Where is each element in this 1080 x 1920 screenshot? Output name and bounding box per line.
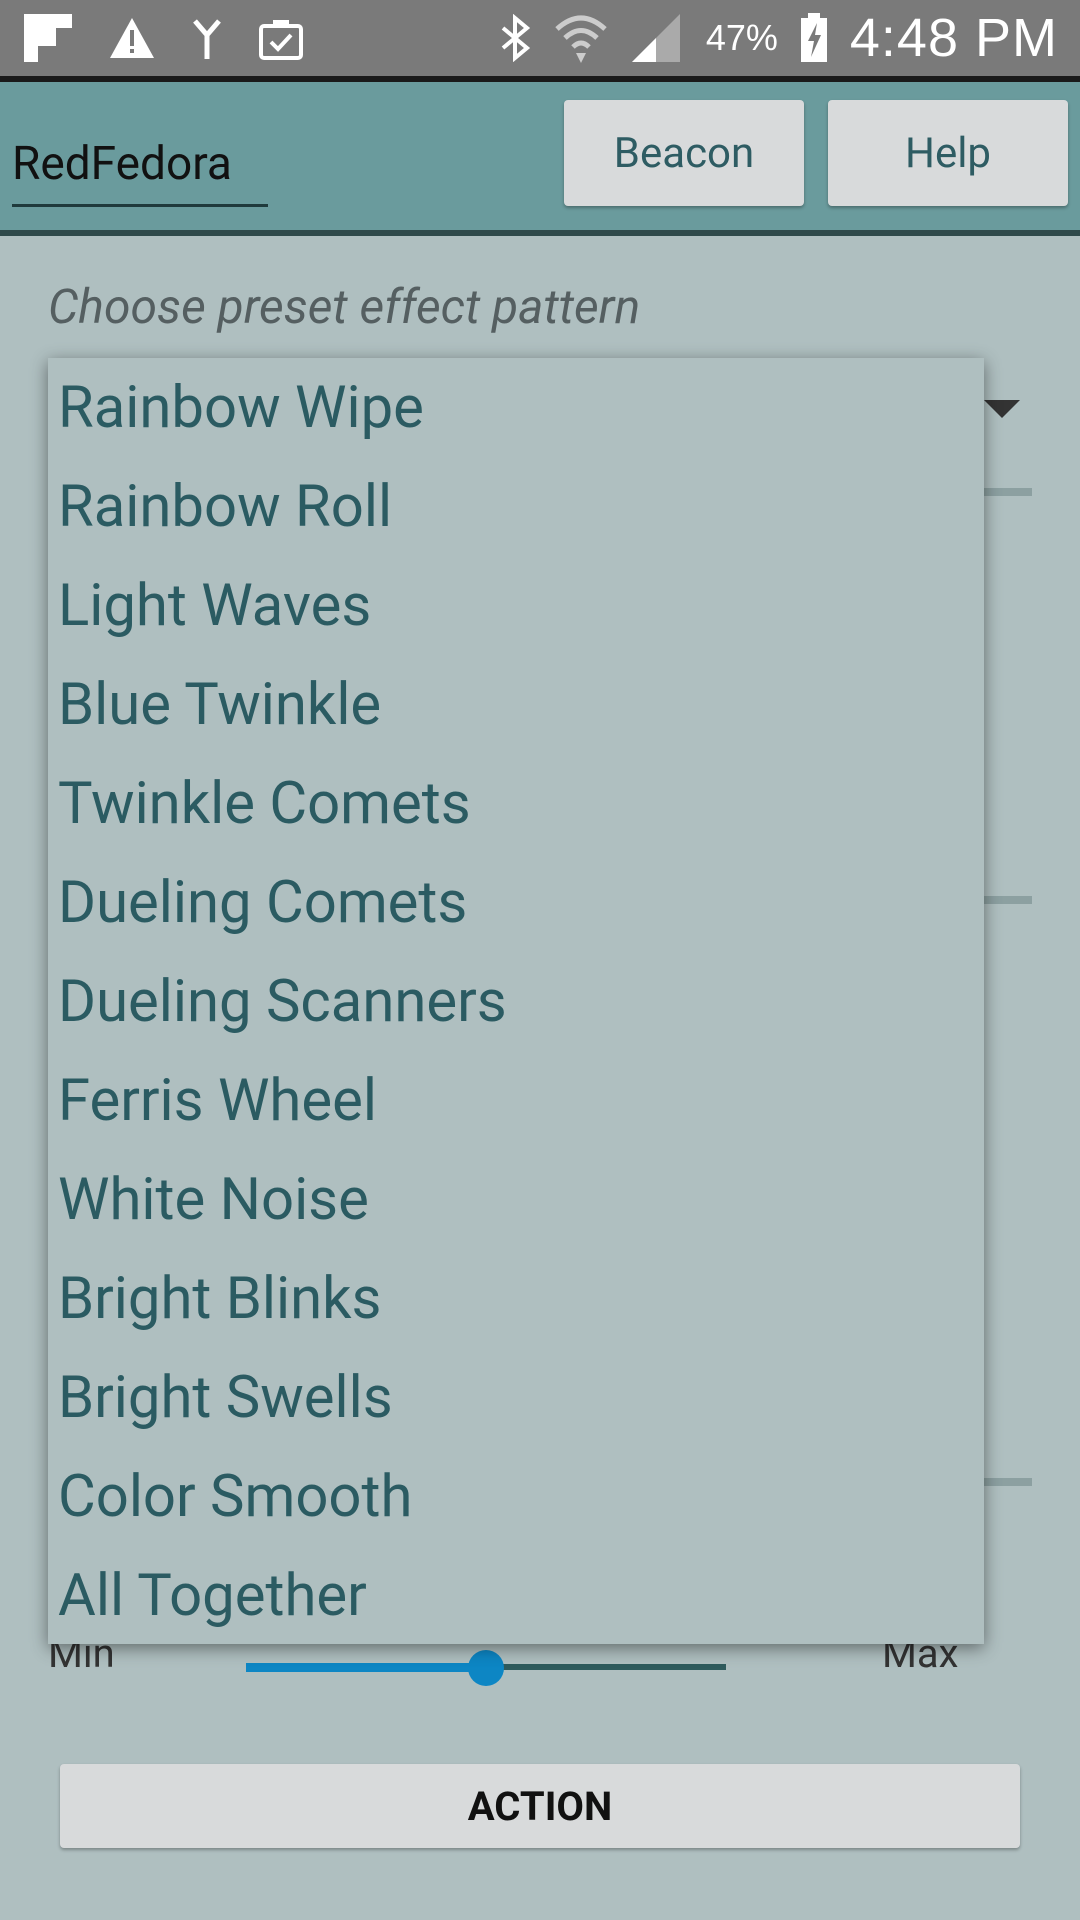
help-button[interactable]: Help [828,100,1068,206]
action-button[interactable]: ACTION [60,1764,1020,1848]
dropdown-item[interactable]: Dueling Scanners [48,952,984,1051]
spinner-underline [980,488,1032,496]
background-divider [980,1478,1032,1486]
flipboard-icon [24,14,72,62]
dropdown-item[interactable]: Rainbow Roll [48,457,984,556]
usb-icon [193,19,221,59]
slider-fill [246,1663,486,1672]
dropdown-arrow-icon[interactable] [984,400,1020,418]
dropdown-item[interactable]: Twinkle Comets [48,754,984,853]
clipboard-check-icon [259,20,303,60]
battery-charging-icon [800,13,827,62]
status-right-icons: 47% 4:48 PM [498,0,1058,76]
dropdown-item[interactable]: All Together [48,1546,984,1645]
battery-percent: 47% [705,17,778,58]
dropdown-item[interactable]: Bright Blinks [48,1249,984,1348]
slider-thumb[interactable] [468,1650,504,1686]
header-divider [0,230,1080,236]
bluetooth-icon [501,14,530,62]
device-name-text: RedFedora [12,137,232,191]
dropdown-item[interactable]: Light Waves [48,556,984,655]
background-divider [980,896,1032,904]
dropdown-item[interactable]: Dueling Comets [48,853,984,952]
preset-dropdown-list: Rainbow Wipe Rainbow Roll Light Waves Blue … [48,358,984,1644]
status-left-icons [22,12,304,64]
beacon-button[interactable]: Beacon [564,100,804,206]
status-bar: 47% 4:48 PM [0,0,1080,76]
preset-prompt-label: Choose preset effect pattern [48,278,641,335]
dropdown-item[interactable]: Rainbow Wipe [48,358,984,457]
dropdown-item[interactable]: Bright Swells [48,1348,984,1447]
clock-time: 4:48 PM [849,8,1058,68]
signal-icon [631,14,680,62]
dropdown-item[interactable]: Ferris Wheel [48,1051,984,1150]
dropdown-item[interactable]: Color Smooth [48,1447,984,1546]
wifi-icon [555,15,607,63]
warning-icon [110,18,154,58]
device-name-field[interactable]: RedFedora [12,132,268,207]
dropdown-item[interactable]: Blue Twinkle [48,655,984,754]
dropdown-item[interactable]: White Noise [48,1150,984,1249]
